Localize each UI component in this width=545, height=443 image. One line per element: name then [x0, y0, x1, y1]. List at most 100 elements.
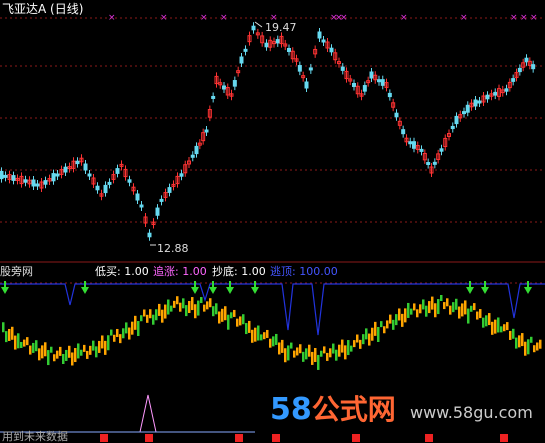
indicator-bar	[485, 315, 488, 327]
candlestick	[511, 78, 516, 82]
indicator-bar	[95, 346, 98, 358]
indicator-bar	[479, 309, 482, 319]
indicator-bar	[305, 348, 308, 360]
candlestick	[179, 173, 184, 177]
candlestick	[450, 125, 455, 130]
candlestick	[204, 129, 209, 133]
indicator-bar	[281, 339, 284, 353]
candlestick	[75, 160, 80, 165]
indicator-bar	[488, 313, 491, 326]
indicator-bar	[293, 350, 296, 358]
indicator-bar	[476, 311, 479, 320]
indicator-bar	[170, 305, 173, 312]
indicator-bar	[215, 303, 218, 315]
candlestick	[401, 129, 406, 135]
indicator-bar	[143, 309, 146, 317]
indicator-bar	[455, 298, 458, 310]
indicator-bar	[146, 314, 149, 323]
indicator-bar	[428, 301, 431, 314]
indicator-bar	[323, 346, 326, 354]
candlestick	[31, 179, 36, 187]
cross-icon: ×	[220, 13, 228, 23]
candlestick	[135, 193, 140, 201]
candlestick	[155, 207, 160, 216]
indicator-bar	[20, 341, 23, 348]
cross-icon: ×	[510, 13, 518, 23]
candlestick	[419, 148, 424, 152]
indicator-bar	[260, 334, 263, 341]
indicator-bar	[518, 335, 521, 348]
indicator-bar	[119, 334, 122, 344]
down-arrow-icon	[481, 287, 489, 294]
indicator-bar	[2, 322, 5, 333]
indicator-bar	[413, 303, 416, 311]
candlestick	[504, 88, 509, 92]
indicator-bar	[41, 345, 44, 359]
indicator-bar	[536, 342, 539, 351]
indicator-bar	[161, 309, 164, 323]
candlestick	[462, 111, 466, 115]
candlestick	[51, 173, 56, 182]
candlestick	[454, 115, 459, 125]
candlestick	[297, 65, 302, 72]
indicator-bar	[104, 340, 107, 355]
indicator-low-buy: 低买: 1.00	[95, 265, 149, 278]
watermark-logo-text: 公式网	[311, 393, 396, 426]
indicator-bar	[332, 343, 335, 354]
candlestick	[394, 112, 399, 118]
indicator-bar	[176, 296, 179, 305]
candlestick	[211, 95, 216, 99]
indicator-bar	[68, 345, 71, 358]
indicator-bar	[515, 337, 518, 349]
indicator-bar	[524, 341, 527, 356]
indicator-bar	[359, 339, 362, 349]
indicator-bar	[65, 349, 68, 361]
candlestick	[408, 141, 413, 145]
indicator-bar	[236, 318, 239, 327]
indicator-bar	[464, 300, 467, 315]
indicator-bar	[299, 344, 302, 354]
indicator-bar	[389, 314, 392, 324]
signal-square	[425, 434, 433, 442]
signal-square	[272, 434, 280, 442]
indicator-bar	[380, 321, 383, 328]
indicator-bar	[287, 345, 290, 361]
indicator-bar	[83, 344, 86, 352]
indicator-bar	[212, 306, 215, 317]
indicator-bar	[461, 303, 464, 317]
indicator-bar	[173, 300, 176, 308]
candlestick	[63, 166, 68, 173]
indicator-bar	[371, 327, 374, 341]
indicator-bar	[227, 314, 230, 330]
indicator-bar	[158, 303, 161, 316]
candlestick	[275, 39, 280, 44]
candlestick	[369, 71, 374, 79]
candlestick	[0, 170, 4, 180]
watermark-logo: 58公式网	[270, 388, 396, 428]
indicator-bar	[5, 331, 8, 343]
indicator-bar	[374, 321, 377, 336]
cross-icon: ×	[160, 13, 168, 23]
indicator-bar	[191, 297, 194, 311]
down-arrow-icon	[191, 287, 199, 294]
candlestick	[329, 47, 334, 53]
indicator-bar	[443, 302, 446, 310]
indicator-bar	[497, 317, 500, 333]
candlestick	[87, 173, 92, 177]
candlestick	[264, 42, 269, 48]
candlestick	[11, 175, 16, 181]
cross-icon: ×	[400, 13, 408, 23]
indicator-bar	[434, 303, 437, 318]
candlestick	[485, 94, 490, 100]
indicator-bar	[71, 352, 74, 366]
indicator-bar	[53, 354, 56, 362]
indicator-bar	[116, 328, 119, 337]
indicator-bar	[272, 336, 275, 347]
candlestick	[159, 198, 164, 202]
indicator-bar	[38, 348, 41, 361]
indicator-bar	[257, 325, 260, 341]
indicator-bar	[362, 334, 365, 345]
indicator-bar	[440, 295, 443, 302]
indicator-bar	[530, 336, 533, 343]
indicator-bar	[47, 350, 50, 366]
